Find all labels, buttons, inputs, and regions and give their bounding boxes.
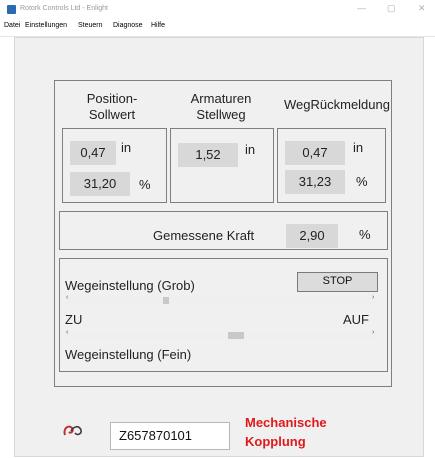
menu-steuern[interactable]: Steuern: [78, 22, 103, 29]
armaturen-header-line2: Stellweg: [196, 107, 246, 122]
mechanical-coupling-label: Mechanische Kopplung: [245, 413, 327, 451]
serial-field: Z657870101: [110, 422, 230, 450]
feedback-unit-in: in: [353, 140, 364, 155]
position-unit-in: in: [121, 140, 132, 155]
feedback-header: WegRückmeldung: [284, 97, 390, 112]
menu-hilfe[interactable]: Hilfe: [151, 22, 165, 29]
armaturen-value-in: 1,52: [178, 143, 238, 167]
mech-line1: Mechanische: [245, 415, 327, 430]
position-header: Position- Sollwert: [63, 91, 161, 123]
coarse-left-arrow[interactable]: ‹: [66, 294, 68, 301]
armaturen-header: Armaturen Stellweg: [172, 91, 270, 123]
feedback-value-in: 0,47: [285, 141, 345, 165]
menu-einstellungen[interactable]: Einstellungen: [25, 22, 67, 29]
armaturen-header-line1: Armaturen: [190, 91, 252, 106]
zu-label: ZU: [65, 312, 83, 327]
armaturen-unit-in: in: [245, 142, 256, 157]
auf-label: AUF: [343, 312, 369, 327]
rotork-logo-icon: [62, 422, 84, 438]
maximize-button[interactable]: ▢: [387, 3, 396, 14]
menu-datei[interactable]: Datei: [4, 22, 20, 29]
feedback-unit-pct: %: [356, 174, 368, 189]
force-label: Gemessene Kraft: [153, 228, 255, 243]
position-header-line1: Position-: [86, 91, 138, 106]
close-button[interactable]: ✕: [418, 3, 426, 14]
window-title: Rotork Controls Ltd - Enlight: [20, 5, 108, 12]
mech-line2: Kopplung: [245, 434, 306, 449]
minimize-button[interactable]: —: [357, 3, 366, 13]
fine-slider[interactable]: [65, 332, 378, 339]
coarse-slider[interactable]: [65, 297, 378, 304]
position-header-line2: Sollwert: [88, 107, 136, 122]
position-unit-pct: %: [139, 177, 151, 192]
coarse-label: Wegeinstellung (Grob): [65, 278, 195, 293]
coarse-right-arrow[interactable]: ›: [372, 294, 374, 301]
app-icon: [7, 5, 16, 14]
position-value-in: 0,47: [70, 141, 116, 165]
fine-slider-thumb[interactable]: [228, 332, 245, 339]
fine-label: Wegeinstellung (Fein): [65, 347, 192, 362]
stop-button[interactable]: STOP: [297, 272, 378, 292]
feedback-value-pct: 31,23: [285, 170, 345, 194]
fine-right-arrow[interactable]: ›: [372, 329, 374, 336]
force-unit: %: [359, 227, 371, 242]
force-value: 2,90: [286, 224, 338, 248]
fine-left-arrow[interactable]: ‹: [66, 329, 68, 336]
position-value-pct: 31,20: [70, 172, 130, 196]
menu-diagnose[interactable]: Diagnose: [113, 22, 143, 29]
coarse-slider-thumb[interactable]: [162, 297, 169, 304]
